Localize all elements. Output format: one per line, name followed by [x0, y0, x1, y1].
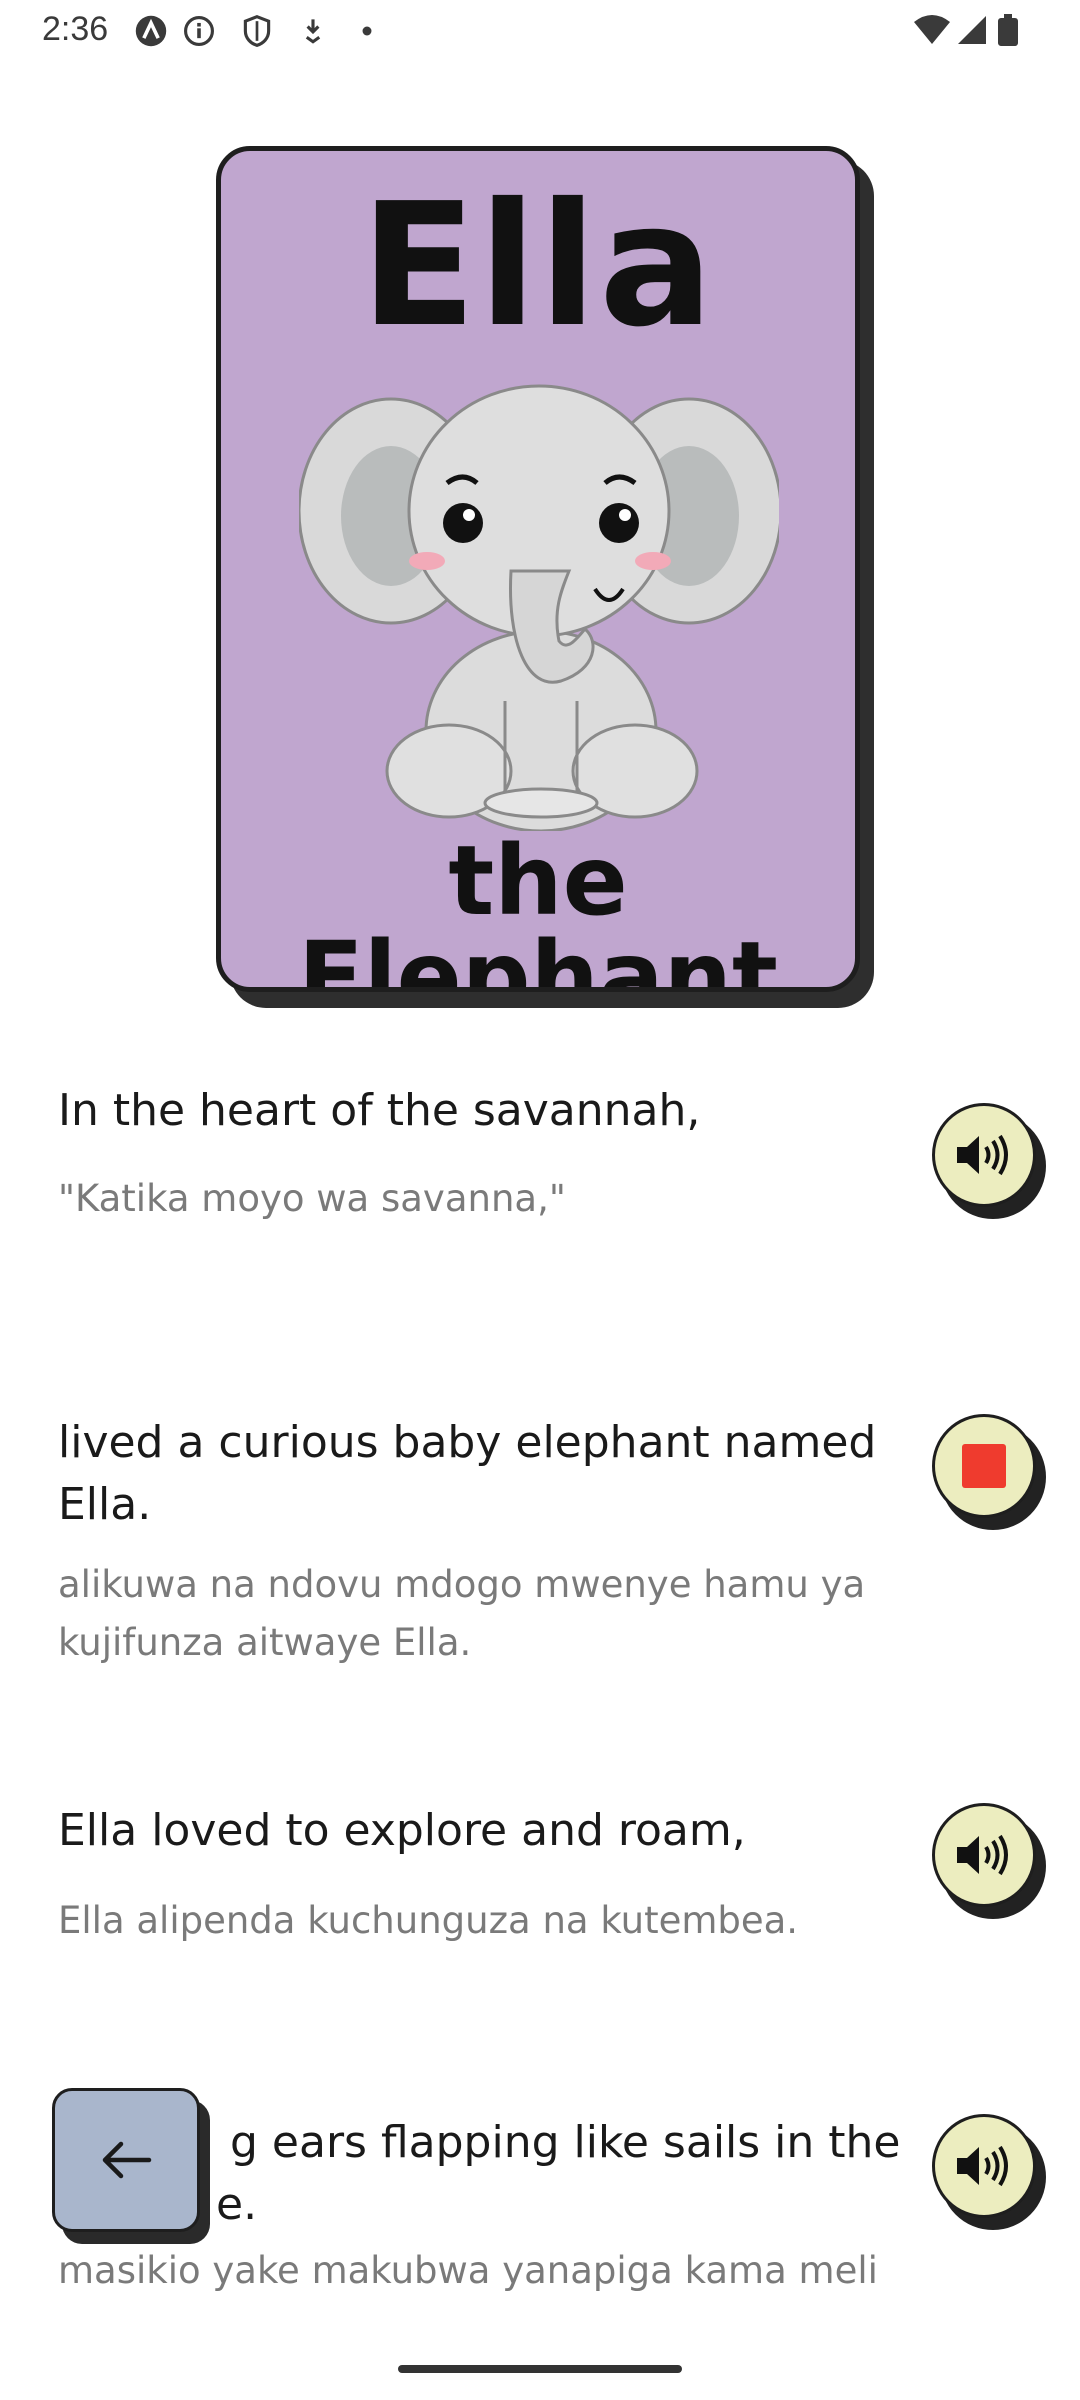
stop-audio-button[interactable] — [932, 1414, 1046, 1530]
cover-title: Ella — [360, 167, 716, 365]
shield-icon — [243, 15, 271, 47]
arrow-left-icon — [102, 2141, 152, 2179]
status-time: 2:36 — [42, 10, 109, 48]
english-text: In the heart of the savannah, — [58, 1085, 701, 1136]
story-line: lived a curious baby elephant named Ella… — [58, 1412, 918, 1672]
cover-card: Ella the Elephant — [216, 146, 860, 992]
swahili-text: masikio yake makubwa yanapiga kama meli — [58, 2249, 878, 2292]
dot-icon — [362, 26, 372, 36]
swahili-text: "Katika moyo wa savanna," — [58, 1177, 566, 1220]
screen: 2:36 Ella the Elephant In the heart of t… — [0, 0, 1080, 2400]
stop-icon — [962, 1444, 1006, 1488]
back-button[interactable] — [52, 2088, 210, 2244]
battery-icon — [998, 14, 1018, 46]
book-cover: Ella the Elephant — [216, 146, 874, 1008]
speaker-icon — [957, 1134, 1008, 1176]
play-audio-button[interactable] — [932, 1103, 1046, 1219]
wifi-icon — [914, 15, 950, 44]
play-audio-button[interactable] — [932, 1803, 1046, 1919]
english-text: Ella loved to explore and roam, — [58, 1805, 746, 1856]
gesture-nav-handle[interactable] — [398, 2365, 682, 2373]
play-audio-button[interactable] — [932, 2114, 1046, 2230]
swahili-text: Ella alipenda kuchunguza na kutembea. — [58, 1899, 799, 1942]
info-icon — [184, 16, 214, 46]
download-icon — [305, 19, 321, 44]
status-bar: 2:36 — [0, 0, 1080, 64]
elephant-illustration — [299, 384, 779, 831]
swahili-text: alikuwa na ndovu mdogo mwenye hamu ya ku… — [58, 1563, 866, 1664]
speaker-icon — [957, 2145, 1008, 2187]
signal-icon — [958, 16, 986, 44]
app-a-icon — [135, 15, 167, 47]
system-indicators — [914, 14, 1018, 46]
story-line: In the heart of the savannah, "Katika mo… — [58, 1080, 918, 1228]
english-text: lived a curious baby elephant named Ella… — [58, 1417, 877, 1530]
speaker-icon — [957, 1834, 1008, 1876]
story-line: Ella loved to explore and roam, Ella ali… — [58, 1800, 918, 1950]
cover-subtitle: the Elephant — [298, 825, 778, 992]
